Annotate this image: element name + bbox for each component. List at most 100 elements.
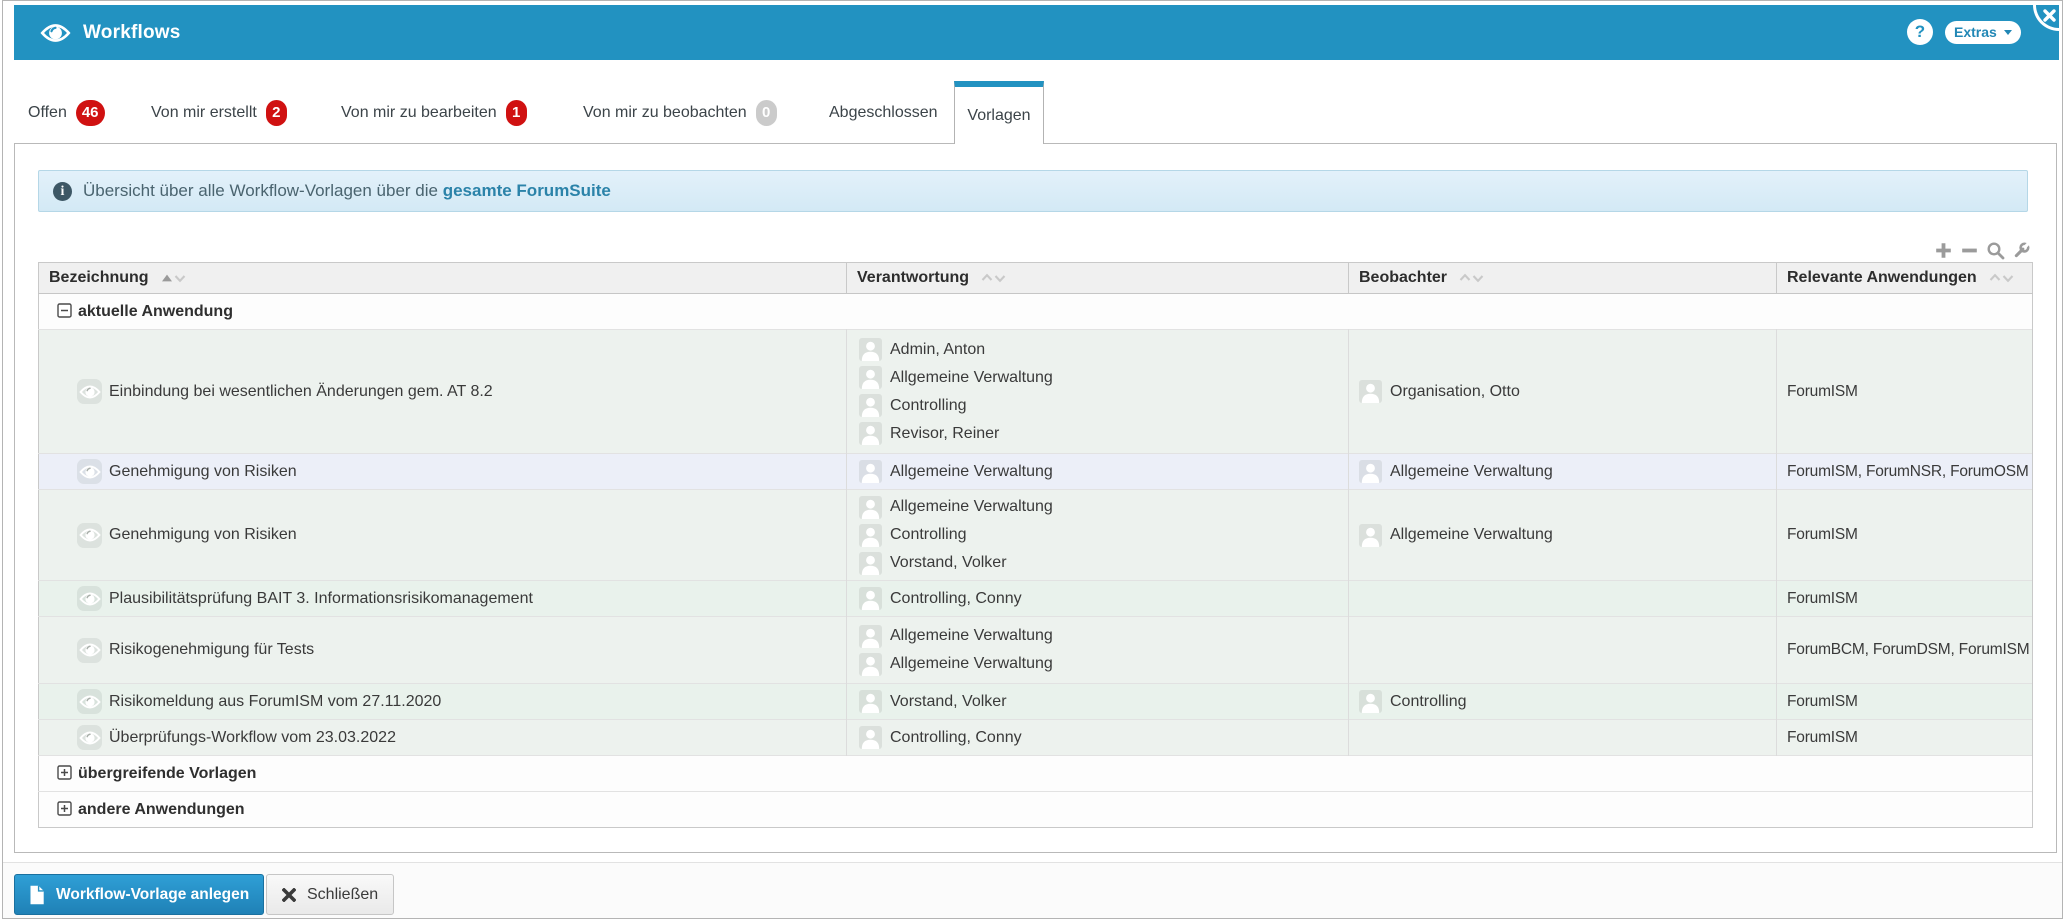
eye-icon xyxy=(78,731,101,744)
person-entry: Organisation, Otto xyxy=(1359,380,1776,403)
person-entry: Controlling xyxy=(1359,690,1776,713)
person-entry: Vorstand, Volker xyxy=(859,690,1348,713)
sort-icons[interactable] xyxy=(1458,272,1485,284)
person-name: Vorstand, Volker xyxy=(890,692,1007,710)
table-row[interactable]: Plausibilitätsprüfung BAIT 3. Informatio… xyxy=(38,580,2033,617)
person-icon xyxy=(859,460,882,483)
table-row[interactable]: Überprüfungs-Workflow vom 23.03.2022 Con… xyxy=(38,719,2033,756)
person-icon xyxy=(859,523,882,547)
search-icon[interactable] xyxy=(1986,241,2005,260)
extras-label: Extras xyxy=(1954,24,1997,40)
close-x-icon xyxy=(282,887,296,902)
workflows-eye-icon xyxy=(40,22,71,49)
eye-icon xyxy=(78,695,101,708)
tab-von-mir-zu-beobachten[interactable]: Von mir zu beobachten 0 xyxy=(583,98,777,128)
expand-group-icon[interactable] xyxy=(57,800,72,816)
person-icon xyxy=(861,369,880,389)
table-row[interactable]: Risikomeldung aus ForumISM vom 27.11.202… xyxy=(38,683,2033,720)
person-icon xyxy=(861,693,880,713)
person-icon xyxy=(861,555,880,575)
person-icon xyxy=(1361,527,1380,547)
close-button[interactable] xyxy=(2033,5,2059,31)
page-title: Workflows xyxy=(83,22,181,43)
info-alert-text-normal: Übersicht über alle Workflow-Vorlagen üb… xyxy=(83,181,438,200)
person-icon xyxy=(859,338,882,361)
tab-von-mir-zu-bearbeiten[interactable]: Von mir zu bearbeiten 1 xyxy=(341,98,527,128)
person-icon xyxy=(859,690,882,713)
eye-icon xyxy=(78,528,101,542)
person-icon xyxy=(1359,380,1382,403)
column-header-relevante-anwendungen[interactable]: Relevante Anwendungen xyxy=(1776,262,2033,294)
person-icon xyxy=(861,590,880,610)
group-row-andere-anwendungen[interactable]: andere Anwendungen xyxy=(38,791,2033,828)
tab-offen[interactable]: Offen 46 xyxy=(28,98,105,128)
column-header-bezeichnung[interactable]: Bezeichnung xyxy=(38,262,847,294)
remove-icon[interactable] xyxy=(1960,241,1979,260)
person-name: Allgemeine Verwaltung xyxy=(890,655,1053,672)
workflow-name: Genehmigung von Risiken xyxy=(109,462,297,480)
tab-label: Von mir zu bearbeiten xyxy=(341,104,497,121)
column-header-beobachter[interactable]: Beobachter xyxy=(1348,262,1777,294)
info-alert-text: Übersicht über alle Workflow-Vorlagen üb… xyxy=(83,181,611,201)
group-row-übergreifende-vorlagen[interactable]: übergreifende Vorlagen xyxy=(38,755,2033,792)
caret-down-icon xyxy=(2003,30,2012,35)
column-header-verantwortung[interactable]: Verantwortung xyxy=(846,262,1349,294)
tab-count-badge: 1 xyxy=(505,100,527,126)
table-row[interactable]: Risikogenehmigung für Tests Allgemeine V… xyxy=(38,616,2033,684)
tab-abgeschlossen[interactable]: Abgeschlossen xyxy=(829,98,938,128)
relevant-applications: ForumISM xyxy=(1787,692,1858,710)
person-name: Controlling xyxy=(1390,692,1467,710)
expand-group-icon[interactable] xyxy=(57,764,72,780)
relevant-applications: ForumISM xyxy=(1787,382,1858,400)
person-icon xyxy=(861,341,880,361)
wrench-icon[interactable] xyxy=(2012,241,2031,260)
info-alert: i Übersicht über alle Workflow-Vorlagen … xyxy=(38,170,2028,212)
person-icon xyxy=(1359,690,1382,713)
table-row[interactable]: Einbindung bei wesentlichen Änderungen g… xyxy=(38,329,2033,454)
add-icon[interactable] xyxy=(1934,241,1953,260)
table-row[interactable]: Genehmigung von Risiken Allgemeine Verwa… xyxy=(38,453,2033,490)
person-name: Allgemeine Verwaltung xyxy=(1390,462,1553,480)
person-icon xyxy=(859,422,882,445)
relevant-applications: ForumISM xyxy=(1787,589,1858,607)
sort-icons[interactable] xyxy=(980,272,1007,284)
person-name: Vorstand, Volker xyxy=(890,554,1007,571)
group-row-aktuelle-anwendung[interactable]: aktuelle Anwendung xyxy=(38,293,2033,330)
table-row[interactable]: Genehmigung von Risiken Allgemeine Verwa… xyxy=(38,489,2033,581)
info-alert-text-strong: gesamte ForumSuite xyxy=(442,181,611,200)
tab-label: Abgeschlossen xyxy=(829,104,938,121)
tab-count-badge: 46 xyxy=(75,100,105,126)
column-label: Bezeichnung xyxy=(49,269,149,286)
column-label: Beobachter xyxy=(1359,269,1448,286)
extras-button[interactable]: Extras xyxy=(1945,21,2021,44)
tab-label: Von mir erstellt xyxy=(151,104,257,121)
close-dialog-button[interactable]: Schließen xyxy=(266,874,395,915)
create-workflow-template-button[interactable]: Workflow-Vorlage anlegen xyxy=(14,874,265,915)
person-name: Controlling xyxy=(890,526,967,543)
person-name: Organisation, Otto xyxy=(1390,382,1520,400)
person-name: Allgemeine Verwaltung xyxy=(890,627,1053,644)
person-name: Controlling, Conny xyxy=(890,589,1022,607)
person-entry: Allgemeine Verwaltung xyxy=(859,652,1348,676)
sort-icons[interactable] xyxy=(1988,272,2015,284)
person-name: Allgemeine Verwaltung xyxy=(1390,526,1553,543)
tab-label: Von mir zu beobachten xyxy=(583,104,747,121)
relevant-applications: ForumISM xyxy=(1787,526,1858,543)
person-entry: Allgemeine Verwaltung xyxy=(859,624,1348,648)
person-icon xyxy=(859,551,882,575)
relevant-applications: ForumBCM, ForumDSM, ForumISM xyxy=(1787,641,2030,658)
tab-von-mir-erstellt[interactable]: Von mir erstellt 2 xyxy=(151,98,287,128)
sort-asc-icon[interactable] xyxy=(160,272,187,284)
table-head: Bezeichnung Verantwortung Beobachter Rel… xyxy=(38,262,2033,294)
collapse-group-icon[interactable] xyxy=(57,302,72,318)
workflow-templates-table: Bezeichnung Verantwortung Beobachter Rel… xyxy=(38,262,2033,828)
person-entry: Allgemeine Verwaltung xyxy=(859,366,1348,389)
person-name: Allgemeine Verwaltung xyxy=(890,462,1053,480)
title-bar: Workflows ? Extras xyxy=(14,5,2059,60)
person-entry: Admin, Anton xyxy=(859,338,1348,361)
person-name: Revisor, Reiner xyxy=(890,424,1000,442)
help-button[interactable]: ? xyxy=(1907,19,1933,45)
person-icon xyxy=(1359,523,1382,547)
person-entry: Allgemeine Verwaltung xyxy=(859,460,1348,483)
tab-vorlagen[interactable]: Vorlagen xyxy=(954,81,1044,144)
